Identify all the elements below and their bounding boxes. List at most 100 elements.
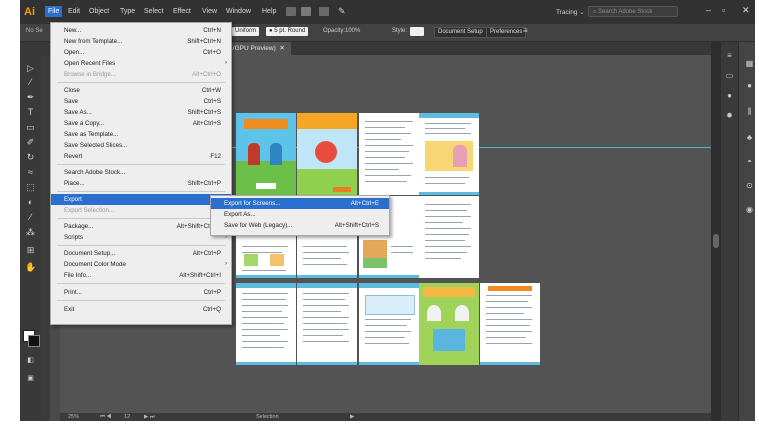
minimize-icon[interactable]: –: [706, 5, 711, 15]
menu-item-export-for-screens[interactable]: Export for Screens... Alt+Ctrl+E: [211, 198, 389, 209]
eyedropper-icon[interactable]: ⁄: [25, 212, 36, 223]
menu-item-save-template[interactable]: Save as Template...: [51, 129, 231, 140]
style-swatch[interactable]: [410, 27, 424, 36]
menu-item-print[interactable]: Print... Ctrl+P: [51, 287, 231, 298]
menu-item-save-slices[interactable]: Save Selected Slices...: [51, 140, 231, 151]
app-logo: Ai: [24, 6, 35, 18]
rotate-tool-icon[interactable]: ↻: [25, 152, 36, 163]
artboard-nav-first-icon[interactable]: ⏮ ◀: [100, 414, 111, 421]
stock-icon[interactable]: [301, 7, 311, 16]
artboard-thumbnail[interactable]: [480, 283, 540, 365]
appearance-icon[interactable]: ●: [745, 82, 754, 90]
paintbrush-icon[interactable]: ✐: [25, 137, 36, 148]
blend-tool-icon[interactable]: ⁂: [25, 227, 36, 238]
menu-file[interactable]: File: [45, 6, 63, 17]
artboard-thumbnail[interactable]: [419, 196, 479, 278]
menu-item-export-as[interactable]: Export As...: [211, 209, 389, 220]
warp-tool-icon[interactable]: ≈: [25, 167, 36, 178]
arrange-documents-icon[interactable]: [319, 7, 329, 16]
menu-edit[interactable]: Edit: [68, 8, 80, 15]
vertical-ruler[interactable]: [41, 55, 50, 421]
menu-separator: [57, 191, 225, 192]
menu-item-new[interactable]: New... Ctrl+N: [51, 25, 231, 36]
magic-wand-icon[interactable]: ⁄: [25, 77, 36, 88]
menu-item-save[interactable]: Save Ctrl+S: [51, 96, 231, 107]
close-icon[interactable]: ✕: [742, 5, 750, 16]
zoom-level[interactable]: 25%: [68, 414, 79, 420]
transparency-icon[interactable]: ◓: [745, 158, 754, 166]
stroke-size-dropdown[interactable]: ● 5 pt. Round: [266, 27, 309, 36]
color-icon[interactable]: ●: [725, 92, 734, 100]
menu-item-document-setup[interactable]: Document Setup... Alt+Ctrl+P: [51, 248, 231, 259]
menu-item-save-as[interactable]: Save As... Shift+Ctrl+S: [51, 107, 231, 118]
opacity-value[interactable]: 100%: [345, 28, 360, 34]
menu-window[interactable]: Window: [226, 8, 251, 15]
artboard-thumbnail[interactable]: [419, 113, 479, 195]
links-icon[interactable]: ◉: [745, 206, 754, 214]
artboard-thumbnail[interactable]: [359, 283, 419, 365]
layers-icon[interactable]: ▦: [745, 60, 754, 68]
swatches-icon[interactable]: ✹: [725, 112, 734, 120]
pen-tool-icon[interactable]: ✒: [25, 92, 36, 103]
chevron-right-icon: ›: [225, 60, 227, 66]
artboard-thumbnail[interactable]: [359, 113, 419, 195]
artboard-thumbnail[interactable]: [419, 283, 479, 365]
artboard-number[interactable]: 12: [124, 414, 130, 420]
document-setup-button[interactable]: Document Setup: [434, 27, 487, 38]
preferences-button[interactable]: Preferences: [486, 27, 527, 38]
maximize-icon[interactable]: ▫: [722, 5, 725, 15]
menu-item-place[interactable]: Place... Shift+Ctrl+P: [51, 178, 231, 189]
artboard-tool-icon[interactable]: ⊞: [25, 245, 36, 256]
draw-mode-icon[interactable]: ◧: [25, 355, 36, 366]
properties-icon[interactable]: ≡: [725, 52, 734, 60]
menu-item-file-info[interactable]: File Info... Alt+Shift+Ctrl+I: [51, 270, 231, 281]
menu-item-new-from-template[interactable]: New from Template... Shift+Ctrl+N: [51, 36, 231, 47]
stroke-style-dropdown[interactable]: Uniform: [232, 27, 260, 36]
menu-view[interactable]: View: [202, 8, 217, 15]
menu-item-close[interactable]: Close Ctrl+W: [51, 85, 231, 96]
align-panel-icon[interactable]: ⫼: [745, 108, 754, 116]
menu-item-export[interactable]: Export›: [51, 194, 231, 205]
type-tool-icon[interactable]: T: [25, 107, 36, 118]
menu-item-save-for-web[interactable]: Save for Web (Legacy)... Alt+Shift+Ctrl+S: [211, 220, 389, 231]
rectangle-tool-icon[interactable]: ▭: [25, 122, 36, 133]
menu-effect[interactable]: Effect: [173, 8, 191, 15]
menu-item-scripts[interactable]: Scripts ›: [51, 232, 231, 243]
brush-icon[interactable]: ✎: [338, 7, 348, 16]
screen-mode-icon[interactable]: ▣: [25, 373, 36, 384]
artboard-thumbnail[interactable]: [297, 113, 357, 195]
stroke-panel-icon[interactable]: ⊙: [745, 182, 754, 190]
menu-help[interactable]: Help: [262, 8, 276, 15]
bridge-icon[interactable]: [286, 7, 296, 16]
symbols-icon[interactable]: ♣: [745, 134, 754, 142]
selection-tool-icon[interactable]: ▷: [25, 63, 36, 74]
artboard-thumbnail[interactable]: [236, 113, 296, 195]
free-transform-icon[interactable]: ⬚: [25, 182, 36, 193]
align-icon[interactable]: ≡: [523, 26, 528, 35]
artboard-nav-next-icon[interactable]: ▶ ⏭: [144, 414, 155, 421]
scrollbar-vertical[interactable]: [711, 42, 721, 421]
menu-item-open-recent[interactable]: Open Recent Files ›: [51, 58, 231, 69]
menu-type[interactable]: Type: [120, 8, 135, 15]
menu-object[interactable]: Object: [89, 8, 109, 15]
search-stock-input[interactable]: ⌕ Search Adobe Stock: [588, 6, 678, 17]
menu-item-package[interactable]: Package... Alt+Shift+Ctrl+P: [51, 221, 231, 232]
menu-select[interactable]: Select: [144, 8, 163, 15]
shape-builder-icon[interactable]: ◐: [25, 197, 36, 208]
menu-separator: [57, 245, 225, 246]
menu-item-open[interactable]: Open... Ctrl+O: [51, 47, 231, 58]
menu-item-save-copy[interactable]: Save a Copy... Alt+Ctrl+S: [51, 118, 231, 129]
hand-tool-icon[interactable]: ✋: [25, 262, 36, 273]
menu-item-exit[interactable]: Exit Ctrl+Q: [51, 304, 231, 315]
libraries-icon[interactable]: ▭: [725, 72, 734, 80]
artboard-thumbnail[interactable]: [297, 283, 357, 365]
stroke-swatch[interactable]: [28, 335, 40, 347]
menu-item-revert[interactable]: Revert F12: [51, 151, 231, 162]
menu-item-search-stock[interactable]: Search Adobe Stock...: [51, 167, 231, 178]
workspace-switcher[interactable]: Tracing ⌄: [556, 8, 585, 16]
menu-separator: [57, 218, 225, 219]
status-arrow-icon[interactable]: ▶: [350, 414, 354, 420]
menu-item-export-selection: Export Selection...: [64, 207, 115, 214]
artboard-thumbnail[interactable]: [236, 283, 296, 365]
menu-item-color-mode[interactable]: Document Color Mode ›: [51, 259, 231, 270]
